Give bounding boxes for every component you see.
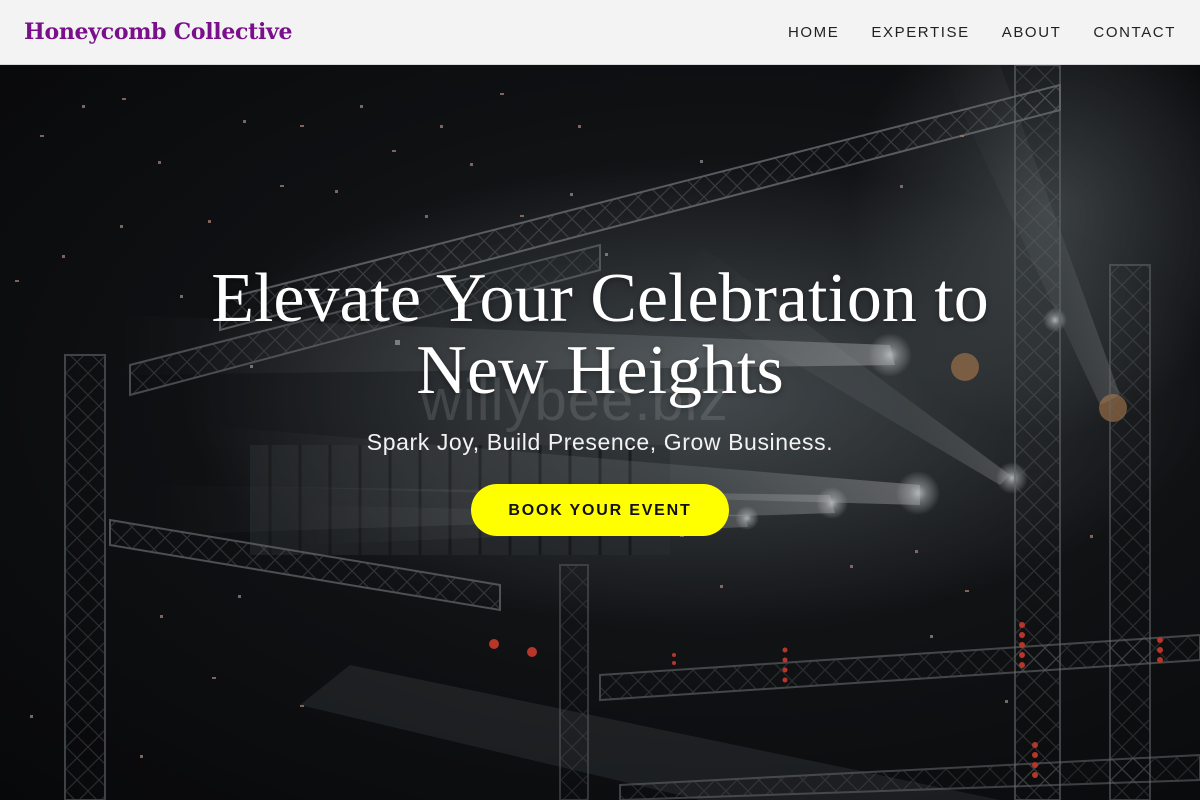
nav-link-home[interactable]: HOME <box>788 24 839 41</box>
hero-title: Elevate Your Celebration to New Heights <box>211 260 989 409</box>
nav-link-contact[interactable]: CONTACT <box>1093 24 1176 41</box>
hero-content: Elevate Your Celebration to New Heights … <box>0 263 1200 536</box>
top-navbar: Honeycomb Collective HOME EXPERTISE ABOU… <box>0 0 1200 65</box>
main-nav: HOME EXPERTISE ABOUT CONTACT <box>788 24 1176 41</box>
brand-logo[interactable]: Honeycomb Collective <box>24 19 293 45</box>
nav-link-expertise[interactable]: EXPERTISE <box>871 24 969 41</box>
hero-section: willybee.biz Elevate Your Celebration to… <box>0 65 1200 800</box>
nav-link-about[interactable]: ABOUT <box>1002 24 1062 41</box>
hero-subtitle: Spark Joy, Build Presence, Grow Business… <box>366 429 834 455</box>
book-event-button[interactable]: BOOK YOUR EVENT <box>471 484 729 536</box>
